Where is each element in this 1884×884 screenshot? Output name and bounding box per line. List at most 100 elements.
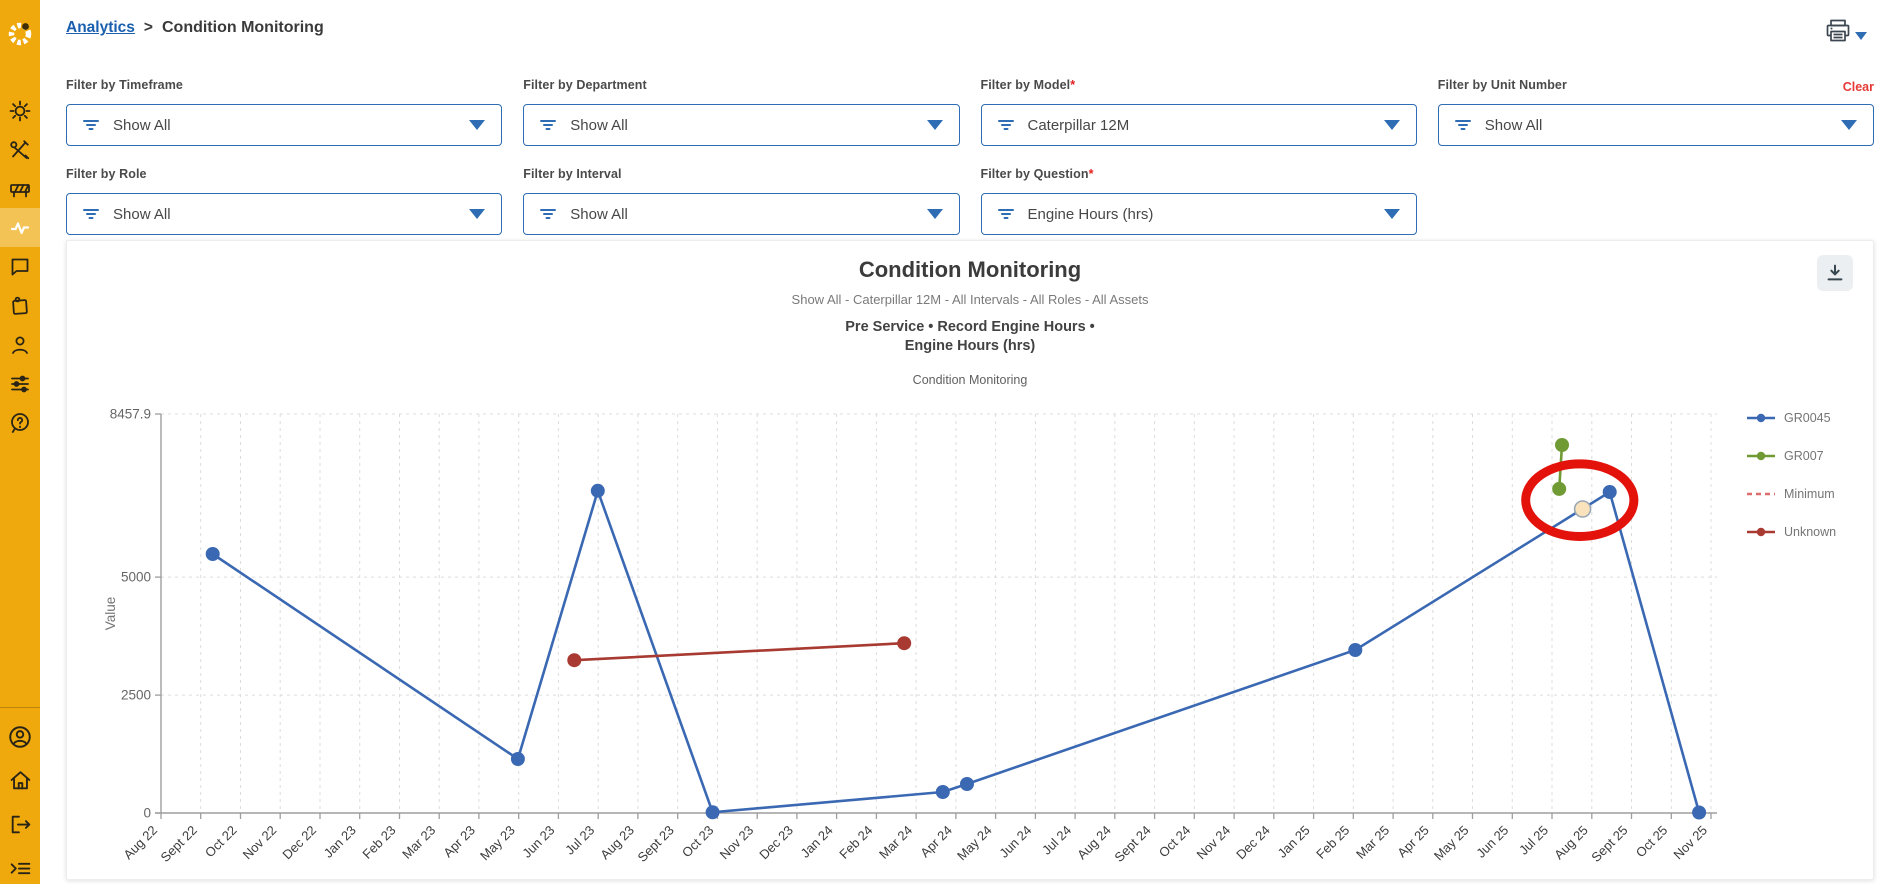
person-icon bbox=[8, 333, 32, 357]
data-point[interactable] bbox=[511, 752, 525, 766]
x-tick-label: Oct 25 bbox=[1633, 823, 1671, 861]
x-tick-label: Jan 23 bbox=[321, 823, 359, 861]
sidebar-item-settings[interactable] bbox=[0, 364, 40, 403]
x-tick-label: Jun 24 bbox=[996, 823, 1034, 861]
filter-timeframe: Filter by Timeframe Show All bbox=[66, 78, 502, 146]
x-tick-label: Apr 24 bbox=[917, 823, 955, 861]
highlighted-data-point[interactable] bbox=[1575, 501, 1591, 517]
x-tick-label: Jun 25 bbox=[1473, 823, 1511, 861]
filter-funnel-icon bbox=[538, 206, 558, 222]
app-logo-icon[interactable] bbox=[0, 14, 40, 54]
chart-question-line: Pre Service • Record Engine Hours • Engi… bbox=[820, 318, 1120, 356]
data-point[interactable] bbox=[567, 653, 581, 667]
filter-question-select[interactable]: Engine Hours (hrs) bbox=[981, 193, 1417, 235]
caret-down-icon bbox=[1855, 32, 1867, 40]
filter-question: Filter by Question* Engine Hours (hrs) bbox=[981, 167, 1417, 235]
data-point[interactable] bbox=[591, 484, 605, 498]
data-point[interactable] bbox=[1603, 485, 1617, 499]
chart-title: Condition Monitoring bbox=[67, 257, 1873, 283]
sidebar-item-notes[interactable] bbox=[0, 286, 40, 325]
filter-unit-number-select[interactable]: Show All bbox=[1438, 104, 1874, 146]
download-chart-button[interactable] bbox=[1817, 255, 1853, 291]
x-tick-label: Dec 22 bbox=[279, 823, 319, 863]
chat-icon bbox=[8, 255, 32, 279]
filter-funnel-icon bbox=[81, 117, 101, 133]
sidebar-item-logout[interactable] bbox=[0, 805, 40, 844]
help-icon bbox=[8, 411, 32, 435]
x-tick-label: Dec 23 bbox=[756, 823, 796, 863]
legend-item-minimum[interactable]: Minimum bbox=[1746, 484, 1836, 504]
logout-icon bbox=[8, 812, 33, 837]
print-button[interactable] bbox=[1824, 14, 1876, 48]
legend-label: Minimum bbox=[1784, 487, 1835, 501]
legend-swatch-icon bbox=[1746, 411, 1776, 425]
x-tick-label: May 25 bbox=[1431, 823, 1472, 864]
legend-item-gr007[interactable]: GR007 bbox=[1746, 446, 1836, 466]
data-point[interactable] bbox=[1552, 482, 1566, 496]
caret-down-icon bbox=[469, 209, 485, 219]
sidebar-item-account[interactable] bbox=[0, 717, 40, 756]
filter-model-select[interactable]: Caterpillar 12M bbox=[981, 104, 1417, 146]
y-tick-label: 0 bbox=[143, 806, 151, 821]
x-tick-label: Jul 24 bbox=[1039, 823, 1074, 858]
caret-down-icon bbox=[927, 209, 943, 219]
data-point[interactable] bbox=[897, 636, 911, 650]
legend-item-gr0045[interactable]: GR0045 bbox=[1746, 408, 1836, 428]
required-mark: * bbox=[1089, 167, 1094, 181]
sidebar-item-people[interactable] bbox=[0, 325, 40, 364]
x-tick-label: Jan 25 bbox=[1275, 823, 1313, 861]
sidebar-item-condition-monitoring[interactable] bbox=[0, 208, 40, 247]
sidebar-item-equipment[interactable] bbox=[0, 91, 40, 130]
legend-swatch-icon bbox=[1746, 449, 1776, 463]
data-point[interactable] bbox=[1692, 806, 1706, 820]
caret-down-icon bbox=[469, 120, 485, 130]
x-tick-label: Sept 24 bbox=[1111, 823, 1153, 865]
data-point[interactable] bbox=[706, 805, 720, 819]
download-icon bbox=[1824, 262, 1846, 284]
tune-icon bbox=[8, 372, 32, 396]
breadcrumb-analytics-link[interactable]: Analytics bbox=[66, 19, 135, 37]
legend-item-unknown[interactable]: Unknown bbox=[1746, 522, 1836, 542]
data-point[interactable] bbox=[206, 547, 220, 561]
filter-interval-label: Filter by Interval bbox=[523, 167, 959, 181]
sidebar-item-home[interactable] bbox=[0, 761, 40, 800]
x-tick-label: Jan 24 bbox=[798, 823, 836, 861]
x-tick-label: Mar 24 bbox=[876, 823, 915, 862]
data-point[interactable] bbox=[1348, 643, 1362, 657]
sidebar-item-help[interactable] bbox=[0, 403, 40, 442]
x-tick-label: Apr 25 bbox=[1394, 823, 1432, 861]
printer-icon bbox=[1824, 18, 1852, 44]
filter-role-select[interactable]: Show All bbox=[66, 193, 502, 235]
series-line bbox=[574, 643, 904, 660]
breadcrumb-separator: > bbox=[144, 19, 153, 37]
y-tick-label: 2500 bbox=[121, 688, 151, 703]
filter-timeframe-select[interactable]: Show All bbox=[66, 104, 502, 146]
filter-model: Filter by Model* Caterpillar 12M bbox=[981, 78, 1417, 146]
x-tick-label: Nov 25 bbox=[1670, 823, 1710, 863]
data-point[interactable] bbox=[936, 785, 950, 799]
data-point[interactable] bbox=[960, 777, 974, 791]
sidebar-item-comments[interactable] bbox=[0, 247, 40, 286]
filter-interval-select[interactable]: Show All bbox=[523, 193, 959, 235]
filter-department-select[interactable]: Show All bbox=[523, 104, 959, 146]
home-icon bbox=[8, 768, 33, 793]
filter-interval: Filter by Interval Show All bbox=[523, 167, 959, 235]
x-tick-label: Mar 23 bbox=[399, 823, 438, 862]
x-tick-label: Oct 22 bbox=[202, 823, 240, 861]
x-tick-label: Dec 24 bbox=[1233, 823, 1273, 863]
sidebar-item-expand-menu[interactable] bbox=[0, 849, 40, 884]
breadcrumb: Analytics > Condition Monitoring bbox=[66, 19, 324, 37]
legend-swatch-icon bbox=[1746, 525, 1776, 539]
topbar: Analytics > Condition Monitoring bbox=[40, 0, 1884, 58]
sidebar-item-maintenance[interactable] bbox=[0, 130, 40, 169]
filter-role: Filter by Role Show All bbox=[66, 167, 502, 235]
caret-down-icon bbox=[1841, 120, 1857, 130]
legend-label: Unknown bbox=[1784, 525, 1836, 539]
data-point[interactable] bbox=[1555, 438, 1569, 452]
chart-subtitle: Show All - Caterpillar 12M - All Interva… bbox=[67, 292, 1873, 307]
filter-funnel-icon bbox=[1453, 117, 1473, 133]
chart-card: Aug 22Sept 22Oct 22Nov 22Dec 22Jan 23Feb… bbox=[66, 240, 1874, 880]
sidebar-item-worksite[interactable] bbox=[0, 169, 40, 208]
chart-series-caption: Condition Monitoring bbox=[67, 373, 1873, 387]
x-tick-label: Oct 24 bbox=[1156, 823, 1194, 861]
